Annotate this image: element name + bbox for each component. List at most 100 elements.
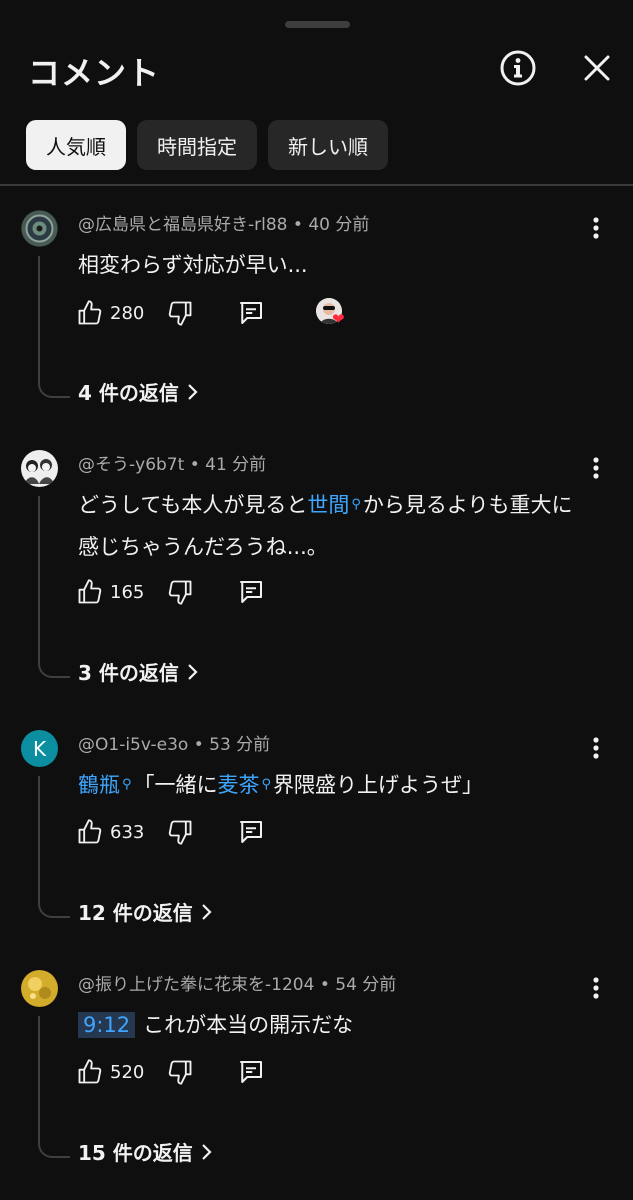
like-count: 633: [110, 821, 145, 843]
like-count: 165: [110, 581, 145, 603]
search-icon: ⚲: [261, 777, 272, 792]
more-options-button[interactable]: [585, 214, 607, 242]
comment-text-content: 相変わらず対応が早い...: [78, 253, 308, 277]
meta-separator: •: [193, 735, 204, 755]
comment-text-part: 界隈盛り上げようぜ」: [273, 773, 484, 797]
view-replies-button[interactable]: 3 件の返信: [78, 657, 199, 686]
meta-separator: •: [189, 455, 200, 475]
more-options-button[interactable]: [585, 454, 607, 482]
thread-line: [38, 776, 70, 918]
avatar-image: [21, 970, 58, 1007]
avatar-image: [21, 450, 58, 487]
comment-actions: 280 ❤: [76, 295, 350, 331]
search-link[interactable]: 麦茶: [218, 773, 260, 797]
meta-separator: •: [292, 215, 303, 235]
reply-button[interactable]: [236, 577, 316, 607]
avatar[interactable]: [21, 450, 58, 487]
avatar-letter: K: [32, 736, 47, 761]
avatar[interactable]: [21, 970, 58, 1007]
replies-label: 15 件の返信: [78, 1141, 193, 1165]
comment-time: 53 分前: [209, 735, 271, 755]
chip-timestamp[interactable]: 時間指定: [137, 120, 257, 170]
chip-popular[interactable]: 人気順: [26, 120, 126, 170]
more-vert-icon: [593, 217, 599, 239]
drag-handle[interactable]: [285, 21, 350, 28]
info-button[interactable]: [498, 48, 538, 88]
close-button[interactable]: [577, 48, 617, 88]
thumbs-up-icon: [78, 579, 102, 604]
heart-icon: ❤: [332, 310, 345, 328]
close-icon: [584, 55, 610, 81]
comment-text-part: 「一緒に: [133, 773, 218, 797]
chevron-right-icon: [188, 663, 198, 680]
comment-author[interactable]: @広島県と福島県好き-rl88: [78, 215, 287, 235]
more-options-button[interactable]: [585, 974, 607, 1002]
avatar[interactable]: K: [21, 730, 58, 767]
comment-meta: @O1-i5v-e3o • 53 分前: [78, 730, 270, 755]
reply-icon: [240, 821, 262, 843]
dislike-button[interactable]: [166, 299, 236, 327]
reply-button[interactable]: [236, 817, 316, 847]
thumbs-up-icon: [78, 819, 102, 844]
search-icon: ⚲: [122, 777, 132, 792]
replies-label: 4 件の返信: [78, 381, 179, 405]
comment-text: 相変わらず対応が早い...: [78, 244, 588, 286]
meta-separator: •: [319, 975, 330, 995]
avatar-image: [21, 210, 58, 247]
reply-icon: [240, 1061, 262, 1083]
comments-sheet: コメント 人気順 時間指定 新しい順 @広島県と福島県好き-rl88 • 40 …: [0, 0, 633, 1200]
comment-time: 54 分前: [335, 975, 397, 995]
more-options-button[interactable]: [585, 734, 607, 762]
thumbs-up-icon: [78, 300, 102, 325]
avatar[interactable]: [21, 210, 58, 247]
comment-author[interactable]: @O1-i5v-e3o: [78, 735, 188, 755]
reply-button[interactable]: [236, 1057, 316, 1087]
like-button[interactable]: 633: [76, 818, 166, 846]
thread-line: [38, 1016, 70, 1158]
chevron-right-icon: [202, 1143, 212, 1160]
chevron-right-icon: [188, 383, 198, 400]
comment-text-content: これが本当の開示だな: [143, 1013, 354, 1037]
view-replies-button[interactable]: 4 件の返信: [78, 377, 199, 406]
creator-heart-badge: ❤: [316, 296, 350, 330]
comment-meta: @そう-y6b7t • 41 分前: [78, 450, 266, 475]
timestamp-link[interactable]: 9:12: [78, 1012, 136, 1038]
search-link[interactable]: 世間: [307, 493, 349, 517]
more-vert-icon: [593, 737, 599, 759]
dislike-button[interactable]: [166, 1058, 236, 1086]
comment-text: 鶴瓶 ⚲「一緒に麦茶 ⚲界隈盛り上げようぜ」: [78, 764, 588, 806]
comment-text-part: どうしても本人が見ると: [78, 493, 308, 517]
comment-time: 41 分前: [205, 455, 267, 475]
comment-text: どうしても本人が見ると世間 ⚲から見るよりも重大に感じちゃうんだろうね...。: [78, 484, 588, 568]
view-replies-button[interactable]: 12 件の返信: [78, 897, 213, 926]
page-title: コメント: [28, 54, 161, 92]
search-link[interactable]: 鶴瓶: [78, 773, 120, 797]
replies-label: 3 件の返信: [78, 661, 179, 685]
dislike-button[interactable]: [166, 578, 236, 606]
chip-newest[interactable]: 新しい順: [268, 120, 388, 170]
comment-meta: @振り上げた拳に花束を-1204 • 54 分前: [78, 970, 396, 995]
thread-line: [38, 256, 70, 398]
reply-icon: [240, 302, 262, 324]
comment-author[interactable]: @そう-y6b7t: [78, 455, 184, 475]
like-button[interactable]: 520: [76, 1058, 166, 1086]
reply-button[interactable]: [236, 298, 316, 328]
reply-icon: [240, 581, 262, 603]
dislike-button[interactable]: [166, 818, 236, 846]
search-icon: ⚲: [351, 497, 361, 512]
like-count: 280: [110, 302, 145, 324]
like-button[interactable]: 165: [76, 578, 166, 606]
comment-author[interactable]: @振り上げた拳に花束を-1204: [78, 975, 314, 995]
replies-label: 12 件の返信: [78, 901, 193, 925]
thumbs-up-icon: [78, 1059, 102, 1084]
info-icon: [500, 50, 536, 86]
thumbs-down-icon: [168, 1060, 192, 1085]
thread-line: [38, 496, 70, 678]
sort-chips: 人気順 時間指定 新しい順: [26, 120, 388, 170]
comment-actions: 633: [76, 814, 316, 850]
header-divider: [0, 184, 633, 186]
like-button[interactable]: 280: [76, 299, 166, 327]
more-vert-icon: [593, 977, 599, 999]
view-replies-button[interactable]: 15 件の返信: [78, 1137, 213, 1166]
chevron-right-icon: [202, 903, 212, 920]
